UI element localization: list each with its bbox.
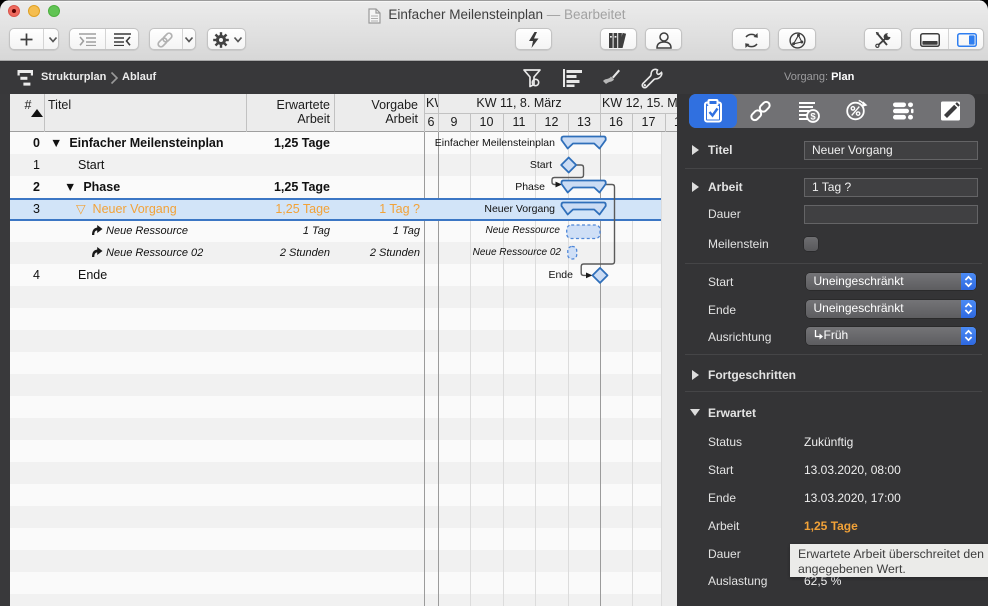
svg-text:$: $ (810, 111, 816, 122)
